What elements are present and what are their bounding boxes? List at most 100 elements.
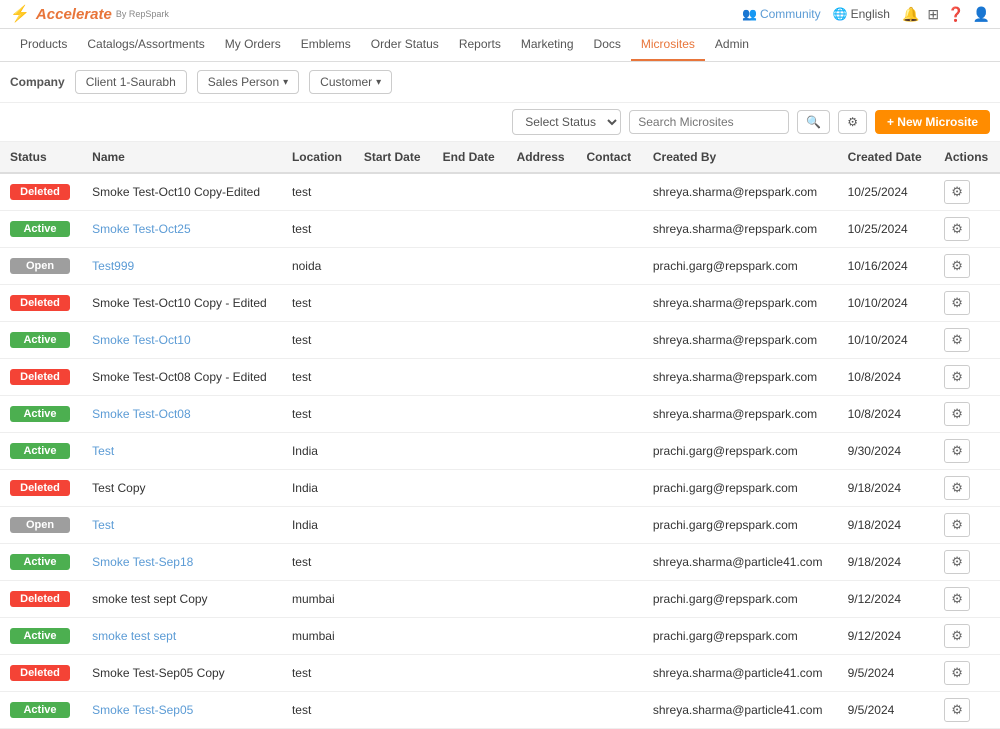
microsite-name-link[interactable]: smoke test sept bbox=[92, 629, 176, 643]
community-icon: 👥 bbox=[742, 7, 757, 21]
col-start-date: Start Date bbox=[354, 142, 433, 173]
cell-actions[interactable]: ⚙ bbox=[934, 211, 1000, 248]
language-selector[interactable]: 🌐 English bbox=[833, 7, 890, 21]
actions-gear-button[interactable]: ⚙ bbox=[944, 365, 970, 389]
nav-emblems[interactable]: Emblems bbox=[291, 29, 361, 61]
actions-gear-button[interactable]: ⚙ bbox=[944, 624, 970, 648]
cell-actions[interactable]: ⚙ bbox=[934, 618, 1000, 655]
cell-actions[interactable]: ⚙ bbox=[934, 396, 1000, 433]
nav-reports[interactable]: Reports bbox=[449, 29, 511, 61]
cell-actions[interactable]: ⚙ bbox=[934, 248, 1000, 285]
cell-created-date: 9/12/2024 bbox=[838, 618, 935, 655]
cell-created-date: 10/16/2024 bbox=[838, 248, 935, 285]
cell-actions[interactable]: ⚙ bbox=[934, 285, 1000, 322]
status-badge: Open bbox=[10, 258, 70, 274]
new-microsite-button[interactable]: + New Microsite bbox=[875, 110, 990, 134]
customer-filter[interactable]: Customer ▾ bbox=[309, 70, 392, 94]
table-row: Active Smoke Test-Oct25 test shreya.shar… bbox=[0, 211, 1000, 248]
nav-marketing[interactable]: Marketing bbox=[511, 29, 584, 61]
cell-actions[interactable]: ⚙ bbox=[934, 359, 1000, 396]
actions-gear-button[interactable]: ⚙ bbox=[944, 254, 970, 278]
notification-icon[interactable]: 🔔 bbox=[902, 6, 919, 23]
cell-actions[interactable]: ⚙ bbox=[934, 544, 1000, 581]
cell-status: Deleted bbox=[0, 359, 82, 396]
cell-name[interactable]: Test999 bbox=[82, 248, 282, 285]
microsite-name-link[interactable]: Smoke Test-Oct08 bbox=[92, 407, 190, 421]
cell-name[interactable]: Smoke Test-Oct10 bbox=[82, 322, 282, 359]
cell-address bbox=[507, 173, 577, 211]
cell-address bbox=[507, 544, 577, 581]
cell-end-date bbox=[433, 692, 507, 729]
cell-actions[interactable]: ⚙ bbox=[934, 470, 1000, 507]
cell-created-date: 10/25/2024 bbox=[838, 173, 935, 211]
app-sub: By RepSpark bbox=[116, 9, 169, 19]
actions-gear-button[interactable]: ⚙ bbox=[944, 439, 970, 463]
app-name: Accelerate bbox=[36, 6, 112, 23]
microsite-name: Smoke Test-Oct08 Copy - Edited bbox=[92, 370, 267, 384]
nav-my-orders[interactable]: My Orders bbox=[215, 29, 291, 61]
search-input[interactable] bbox=[629, 110, 789, 134]
actions-gear-button[interactable]: ⚙ bbox=[944, 698, 970, 722]
sales-person-filter[interactable]: Sales Person ▾ bbox=[197, 70, 299, 94]
cell-created-by: shreya.sharma@repspark.com bbox=[643, 211, 838, 248]
cell-created-date: 10/8/2024 bbox=[838, 359, 935, 396]
cell-actions[interactable]: ⚙ bbox=[934, 581, 1000, 618]
actions-gear-button[interactable]: ⚙ bbox=[944, 550, 970, 574]
company-filter[interactable]: Client 1-Saurabh bbox=[75, 70, 187, 94]
col-location: Location bbox=[282, 142, 354, 173]
nav-products[interactable]: Products bbox=[10, 29, 77, 61]
microsite-name-link[interactable]: Test999 bbox=[92, 259, 134, 273]
cell-name[interactable]: Test bbox=[82, 433, 282, 470]
cell-name[interactable]: Smoke Test-Sep05 bbox=[82, 692, 282, 729]
cell-address bbox=[507, 396, 577, 433]
cell-start-date bbox=[354, 655, 433, 692]
cell-actions[interactable]: ⚙ bbox=[934, 322, 1000, 359]
cell-end-date bbox=[433, 581, 507, 618]
actions-gear-button[interactable]: ⚙ bbox=[944, 661, 970, 685]
cell-actions[interactable]: ⚙ bbox=[934, 433, 1000, 470]
community-link[interactable]: 👥 Community bbox=[742, 7, 821, 21]
filter-button[interactable]: ⚙ bbox=[838, 110, 867, 134]
actions-gear-button[interactable]: ⚙ bbox=[944, 328, 970, 352]
actions-gear-button[interactable]: ⚙ bbox=[944, 217, 970, 241]
cell-name[interactable]: Test bbox=[82, 507, 282, 544]
microsite-name-link[interactable]: Smoke Test-Sep05 bbox=[92, 703, 193, 717]
actions-gear-button[interactable]: ⚙ bbox=[944, 476, 970, 500]
cell-location: mumbai bbox=[282, 618, 354, 655]
cell-name[interactable]: smoke test sept bbox=[82, 618, 282, 655]
actions-gear-button[interactable]: ⚙ bbox=[944, 402, 970, 426]
microsite-name-link[interactable]: Test bbox=[92, 444, 114, 458]
actions-gear-button[interactable]: ⚙ bbox=[944, 587, 970, 611]
cell-actions[interactable]: ⚙ bbox=[934, 173, 1000, 211]
microsite-name-link[interactable]: Test bbox=[92, 518, 114, 532]
nav-docs[interactable]: Docs bbox=[584, 29, 631, 61]
cell-actions[interactable]: ⚙ bbox=[934, 692, 1000, 729]
status-select[interactable]: Select Status Active Deleted Open bbox=[512, 109, 621, 135]
microsite-name-link[interactable]: Smoke Test-Oct10 bbox=[92, 333, 190, 347]
cell-end-date bbox=[433, 248, 507, 285]
top-bar: ⚡ Accelerate By RepSpark 👥 Community 🌐 E… bbox=[0, 0, 1000, 29]
cell-status: Deleted bbox=[0, 581, 82, 618]
nav-catalogs[interactable]: Catalogs/Assortments bbox=[77, 29, 214, 61]
nav-admin[interactable]: Admin bbox=[705, 29, 759, 61]
actions-gear-button[interactable]: ⚙ bbox=[944, 291, 970, 315]
actions-gear-button[interactable]: ⚙ bbox=[944, 180, 970, 204]
cell-name[interactable]: Smoke Test-Oct25 bbox=[82, 211, 282, 248]
cell-location: test bbox=[282, 285, 354, 322]
cell-actions[interactable]: ⚙ bbox=[934, 655, 1000, 692]
nav-order-status[interactable]: Order Status bbox=[361, 29, 449, 61]
nav-bar: Products Catalogs/Assortments My Orders … bbox=[0, 29, 1000, 62]
search-button[interactable]: 🔍 bbox=[797, 110, 830, 134]
cell-address bbox=[507, 507, 577, 544]
cell-name[interactable]: Smoke Test-Sep18 bbox=[82, 544, 282, 581]
cell-actions[interactable]: ⚙ bbox=[934, 507, 1000, 544]
user-icon[interactable]: 👤 bbox=[973, 6, 990, 23]
microsite-name-link[interactable]: Smoke Test-Sep18 bbox=[92, 555, 193, 569]
microsite-name-link[interactable]: Smoke Test-Oct25 bbox=[92, 222, 190, 236]
help-icon[interactable]: ❓ bbox=[947, 6, 964, 23]
cell-name[interactable]: Smoke Test-Oct08 bbox=[82, 396, 282, 433]
microsites-table: Status Name Location Start Date End Date… bbox=[0, 142, 1000, 729]
nav-microsites[interactable]: Microsites bbox=[631, 29, 705, 61]
grid-icon[interactable]: ⊞ bbox=[927, 6, 939, 23]
actions-gear-button[interactable]: ⚙ bbox=[944, 513, 970, 537]
